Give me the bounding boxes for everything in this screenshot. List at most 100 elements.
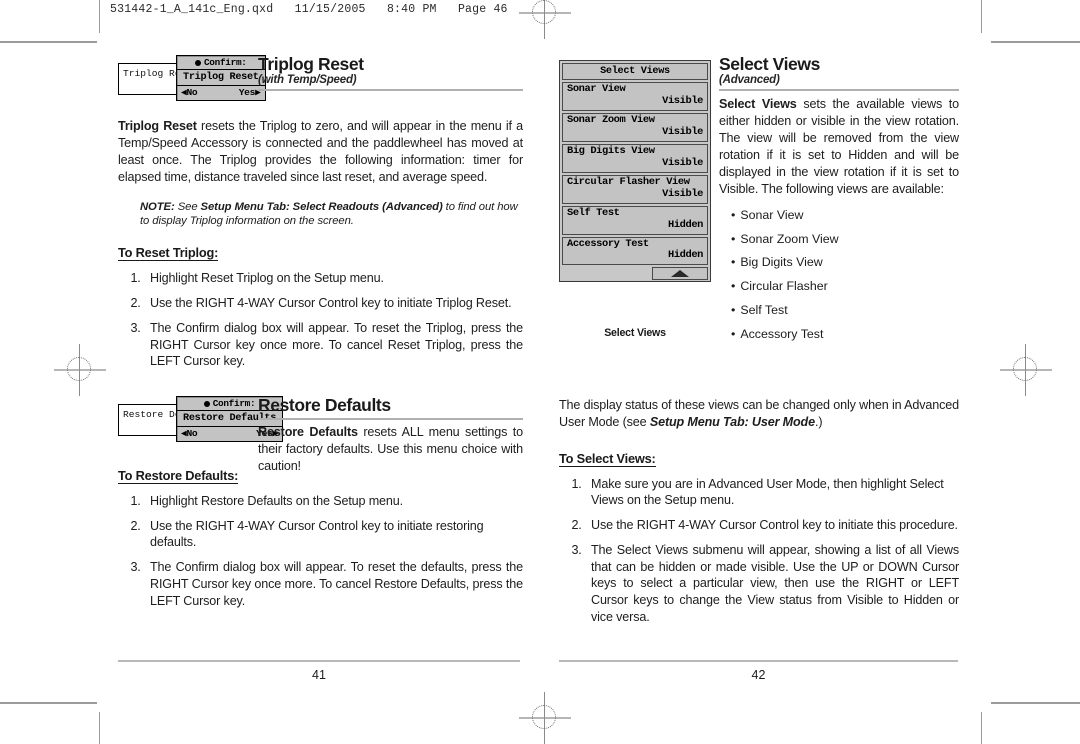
- list-item: Sonar Zoom View: [731, 232, 959, 247]
- triplog-note: NOTE: See Setup Menu Tab: Select Readout…: [140, 200, 523, 230]
- list-item: Big Digits View: [731, 255, 959, 270]
- select-views-description: Select Views sets the available views to…: [719, 96, 959, 197]
- triplog-heading: Triplog Reset: [258, 54, 364, 74]
- triplog-confirm-no-button[interactable]: ◀No: [181, 87, 198, 98]
- list-item: Accessory Test: [731, 327, 959, 342]
- advanced-note-reference: Setup Menu Tab: User Mode: [649, 414, 815, 429]
- confirm-bullet-icon: [203, 400, 210, 407]
- menu-row-value: Hidden: [667, 249, 703, 262]
- triplog-subheading: (with Temp/Speed): [258, 74, 357, 87]
- page-number: 41: [312, 668, 326, 682]
- list-item: Highlight Restore Defaults on the Setup …: [144, 493, 523, 510]
- registration-mark-right-icon: [1000, 344, 1052, 396]
- triplog-confirm-buttons: ◀No Yes▶: [177, 86, 265, 100]
- list-item[interactable]: Sonar View Visible: [562, 82, 708, 111]
- menu-row-name: Big Digits View: [567, 144, 655, 157]
- crop-mark-bottom-left-vertical: [99, 712, 100, 744]
- left-page-column: Triplog Rese Confirm: Triplog Reset ◀No …: [118, 55, 523, 609]
- list-item[interactable]: Big Digits View Visible: [562, 143, 708, 173]
- select-views-heading-block: Select Views (Advanced) Select Views set…: [719, 55, 959, 342]
- footer-rule: [118, 660, 520, 662]
- menu-row-value: Visible: [662, 187, 703, 200]
- list-item: The Select Views submenu will appear, sh…: [585, 542, 959, 626]
- triplog-description: Triplog Reset resets the Triplog to zero…: [118, 118, 523, 186]
- list-item[interactable]: Circular Flasher View Visible: [562, 174, 708, 204]
- crop-mark-top-right-horizontal: [991, 41, 1080, 43]
- select-views-bullet-list: Sonar View Sonar Zoom View Big Digits Vi…: [719, 208, 959, 342]
- menu-row-value: Visible: [662, 125, 703, 138]
- crop-mark-top-left-vertical: [99, 0, 100, 33]
- select-views-heading: Select Views: [719, 54, 820, 74]
- list-item: Use the RIGHT 4-WAY Cursor Control key t…: [144, 295, 523, 312]
- list-item: Make sure you are in Advanced User Mode,…: [585, 476, 959, 509]
- select-views-steps-heading: To Select Views:: [559, 450, 656, 467]
- restore-steps-list: Highlight Restore Defaults on the Setup …: [118, 493, 523, 609]
- select-views-menu-title: Select Views: [562, 63, 708, 80]
- list-item[interactable]: Accessory Test Hidden: [562, 236, 708, 266]
- restore-heading-block: Restore Defaults Restore Defaults resets…: [258, 396, 523, 475]
- select-views-subheading: (Advanced): [719, 74, 780, 87]
- confirm-bullet-icon: [194, 60, 201, 66]
- restore-header-area: Restore De Confirm: Restore Defaults ◀No…: [118, 396, 523, 473]
- menu-row-value: Hidden: [667, 218, 703, 231]
- select-views-heading-rule: [719, 89, 959, 92]
- list-item[interactable]: Self Test Hidden: [562, 205, 708, 235]
- crop-mark-bottom-right-vertical: [981, 712, 982, 744]
- restore-description-lead: Restore Defaults: [258, 425, 358, 440]
- crop-mark-top-left-horizontal: [0, 41, 97, 43]
- triplog-confirm-body: Triplog Reset: [177, 70, 265, 86]
- select-views-steps-list: Make sure you are in Advanced User Mode,…: [559, 476, 959, 626]
- triplog-description-lead: Triplog Reset: [118, 119, 197, 133]
- list-item: Circular Flasher: [731, 279, 959, 294]
- select-views-description-lead: Select Views: [719, 97, 797, 112]
- registration-mark-left-icon: [54, 344, 106, 396]
- menu-row-name: Self Test: [567, 206, 620, 219]
- advanced-note-plain-2: .): [814, 414, 823, 429]
- triplog-confirm-title-text: Confirm:: [203, 57, 247, 68]
- left-page-footer: 41: [118, 660, 520, 682]
- triplog-heading-rule: [258, 89, 523, 92]
- scroll-up-arrow-icon[interactable]: [652, 267, 708, 281]
- triplog-confirm-dialog: Confirm: Triplog Reset ◀No Yes▶: [176, 55, 266, 101]
- select-views-scroll-area: [560, 267, 710, 281]
- registration-mark-top-icon: [519, 0, 571, 39]
- triplog-note-reference: Setup Menu Tab: Select Readouts (Advance…: [200, 200, 443, 213]
- menu-row-value: Visible: [662, 156, 703, 169]
- select-views-figure-caption: Select Views: [604, 327, 666, 339]
- file-header-stamp: 531442-1_A_141c_Eng.qxd 11/15/2005 8:40 …: [110, 3, 508, 16]
- list-item: The Confirm dialog box will appear. To r…: [144, 320, 523, 370]
- list-item: Use the RIGHT 4-WAY Cursor Control key t…: [585, 517, 959, 534]
- restore-description: Restore Defaults resets ALL menu setting…: [258, 424, 523, 475]
- list-item: Highlight Reset Triplog on the Setup men…: [144, 270, 523, 287]
- page-number: 42: [751, 668, 766, 682]
- restore-steps-heading: To Restore Defaults:: [118, 467, 239, 484]
- footer-rule: [559, 660, 958, 662]
- select-views-description-rest: sets the available views to either hidde…: [719, 97, 960, 196]
- menu-row-value: Visible: [662, 94, 703, 107]
- restore-heading-rule: [258, 418, 523, 421]
- triplog-heading-block: Triplog Reset (with Temp/Speed): [258, 54, 523, 92]
- triplog-header-area: Triplog Rese Confirm: Triplog Reset ◀No …: [118, 55, 523, 113]
- document-page: 531442-1_A_141c_Eng.qxd 11/15/2005 8:40 …: [0, 0, 1080, 744]
- restore-heading: Restore Defaults: [258, 394, 391, 415]
- select-views-lcd-menu: Select Views Sonar View Visible Sonar Zo…: [559, 60, 711, 283]
- list-item[interactable]: Sonar Zoom View Visible: [562, 112, 708, 142]
- restore-confirm-no-button[interactable]: ◀No: [181, 428, 198, 439]
- registration-mark-bottom-icon: [519, 692, 571, 744]
- select-views-advanced-note: The display status of these views can be…: [559, 397, 959, 431]
- crop-mark-bottom-left-horizontal: [0, 702, 97, 704]
- restore-confirm-title-text: Confirm:: [212, 397, 256, 409]
- triplog-confirm-title: Confirm:: [177, 56, 265, 70]
- triplog-steps-list: Highlight Reset Triplog on the Setup men…: [118, 270, 523, 370]
- right-page-column: Select Views Sonar View Visible Sonar Zo…: [559, 55, 959, 626]
- list-item: Use the RIGHT 4-WAY Cursor Control key t…: [144, 518, 523, 551]
- list-item: Self Test: [731, 303, 959, 318]
- triplog-note-label: NOTE:: [140, 200, 175, 213]
- select-views-header-area: Select Views Sonar View Visible Sonar Zo…: [559, 55, 959, 350]
- triplog-steps-heading: To Reset Triplog:: [118, 245, 219, 262]
- crop-mark-top-right-vertical: [981, 0, 982, 33]
- list-item: Sonar View: [731, 208, 959, 223]
- crop-mark-bottom-right-horizontal: [991, 702, 1080, 704]
- triplog-note-plain-1: See: [174, 200, 201, 213]
- list-item: The Confirm dialog box will appear. To r…: [144, 559, 523, 609]
